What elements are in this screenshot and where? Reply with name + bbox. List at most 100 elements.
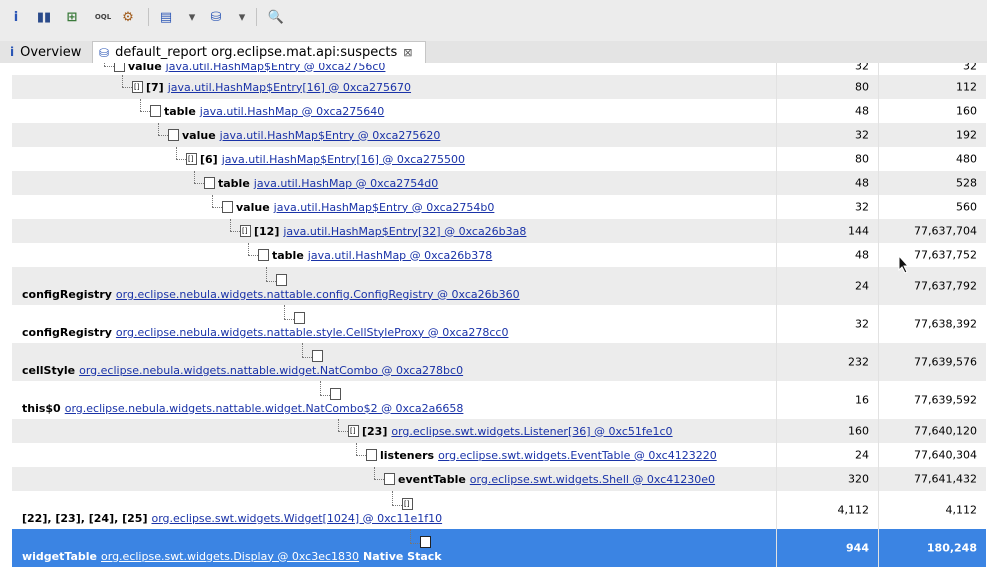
tree-connector (104, 66, 114, 67)
class-name-cell: [22], [23], [24], [25]org.eclipse.swt.wi… (12, 491, 774, 529)
table-row[interactable]: table java.util.HashMap @ 0xca2754d0 48 528 (12, 171, 986, 195)
object-link[interactable]: org.eclipse.swt.widgets.Display @ 0xc3ec… (101, 550, 359, 563)
object-link[interactable]: org.eclipse.nebula.widgets.nattable.widg… (65, 402, 464, 415)
object-link[interactable]: org.eclipse.nebula.widgets.nattable.conf… (116, 288, 520, 301)
object-link[interactable]: java.util.HashMap @ 0xca26b378 (308, 249, 492, 262)
retained-heap-value: 77,637,752 (914, 248, 977, 262)
tab-label: default_report org.eclipse.mat.api:suspe… (115, 45, 398, 60)
table-row[interactable]: value java.util.HashMap$Entry @ 0xca2754b… (12, 195, 986, 219)
object-link[interactable]: java.util.HashMap$Entry[32] @ 0xca26b3a8 (283, 225, 526, 238)
database-icon[interactable]: ⛁ (208, 8, 224, 26)
toolbar-separator (256, 8, 257, 26)
close-tab-icon[interactable]: ⊠ (403, 46, 412, 59)
object-icon (276, 274, 287, 286)
class-name-cell: [23]org.eclipse.swt.widgets.Listener[36]… (12, 419, 774, 443)
table-row[interactable]: value java.util.HashMap$Entry @ 0xca27562… (12, 123, 986, 147)
query-browser-icon[interactable]: ⚙ (120, 8, 136, 26)
tree-connector (392, 505, 402, 506)
retained-heap-cell: 560 (878, 195, 985, 219)
field-name: configRegistry (22, 325, 112, 339)
tree-connector (266, 267, 267, 281)
object-link[interactable]: java.util.HashMap @ 0xca2754d0 (254, 177, 438, 190)
info-icon: i (10, 45, 15, 59)
tab-overview[interactable]: i Overview (4, 41, 90, 63)
object-label: configRegistry org.eclipse.nebula.widgets… (22, 287, 520, 301)
oql-icon[interactable]: OQL (92, 8, 114, 26)
field-name: eventTable (398, 472, 466, 486)
shallow-heap-value: 32 (855, 63, 869, 73)
object-label: widgetTable org.eclipse.swt.widgets.Displ… (22, 549, 442, 563)
table-row[interactable]: [22], [23], [24], [25]org.eclipse.swt.wi… (12, 491, 986, 529)
class-name-cell: [12]java.util.HashMap$Entry[32] @ 0xca26… (12, 219, 774, 243)
object-link[interactable]: org.eclipse.swt.widgets.Widget[1024] @ 0… (151, 512, 442, 525)
retained-heap-cell: 192 (878, 123, 985, 147)
object-link[interactable]: org.eclipse.nebula.widgets.nattable.styl… (116, 326, 509, 339)
table-row[interactable]: [7] java.util.HashMap$Entry[16] @ 0xca275… (12, 75, 986, 99)
tree-connector (266, 281, 276, 282)
tree-connector (338, 431, 348, 432)
tree-connector (320, 395, 330, 396)
object-link[interactable]: org.eclipse.swt.widgets.Listener[36] @ 0… (391, 425, 672, 438)
tree-connector (320, 381, 321, 395)
shallow-heap-cell: 232 (776, 343, 877, 381)
shallow-heap-cell: 32 (776, 63, 877, 75)
object-icon (114, 63, 125, 72)
field-name: this$0 (22, 401, 61, 415)
toolbar-separator (148, 8, 149, 26)
table-row[interactable]: configRegistry org.eclipse.nebula.widgets… (12, 305, 986, 343)
class-name-cell: listeners org.eclipse.swt.widgets.EventTa… (12, 443, 774, 467)
tree-connector (212, 207, 222, 208)
heap-dump-dropdown-icon[interactable]: ▾ (184, 8, 200, 26)
tree-connector (176, 147, 177, 159)
array-object-icon (132, 81, 143, 93)
tree-connector (140, 111, 150, 112)
tab-default-report[interactable]: ⛁ default_report org.eclipse.mat.api:susp… (92, 41, 426, 63)
table-row[interactable]: cellStyle org.eclipse.nebula.widgets.natt… (12, 343, 986, 381)
object-link[interactable]: java.util.HashMap$Entry[16] @ 0xca275670 (168, 81, 411, 94)
retained-heap-value: 77,640,120 (914, 424, 977, 438)
object-link[interactable]: org.eclipse.swt.widgets.EventTable @ 0xc… (438, 449, 717, 462)
histogram-icon[interactable]: ▮▮ (36, 8, 52, 26)
object-icon (204, 177, 215, 189)
class-name-cell: table java.util.HashMap @ 0xca275640 (12, 99, 774, 123)
table-row[interactable]: [23]org.eclipse.swt.widgets.Listener[36]… (12, 419, 986, 443)
retained-heap-value: 180,248 (926, 541, 977, 555)
retained-heap-cell: 180,248 (878, 529, 985, 567)
shallow-heap-value: 80 (855, 80, 869, 94)
object-link[interactable]: org.eclipse.nebula.widgets.nattable.widg… (79, 364, 463, 377)
table-row[interactable]: [12]java.util.HashMap$Entry[32] @ 0xca26… (12, 219, 986, 243)
object-label: [22], [23], [24], [25] org.eclipse.swt.wi… (22, 511, 442, 525)
tree-connector (410, 529, 411, 543)
object-label: value java.util.HashMap$Entry @ 0xca27562… (182, 128, 440, 142)
shallow-heap-value: 144 (848, 224, 869, 238)
field-name: table (272, 248, 304, 262)
retained-heap-value: 77,639,576 (914, 355, 977, 369)
dominator-tree-icon[interactable]: ⊞ (64, 8, 80, 26)
table-row[interactable]: listeners org.eclipse.swt.widgets.EventTa… (12, 443, 986, 467)
search-icon[interactable]: 🔍 (268, 8, 284, 26)
object-label: value java.util.HashMap$Entry @ 0xca2754b… (236, 200, 494, 214)
heap-dump-overview-icon[interactable]: ▤ (158, 8, 174, 26)
table-row[interactable]: this$0 org.eclipse.nebula.widgets.nattabl… (12, 381, 986, 419)
table-row[interactable]: eventTable org.eclipse.swt.widgets.Shell … (12, 467, 986, 491)
field-name: widgetTable (22, 549, 98, 563)
table-row[interactable]: table java.util.HashMap @ 0xca275640 48 160 (12, 99, 986, 123)
object-link[interactable]: java.util.HashMap$Entry[16] @ 0xca275500 (222, 153, 465, 166)
table-row[interactable]: widgetTable org.eclipse.swt.widgets.Displ… (12, 529, 986, 567)
object-link[interactable]: java.util.HashMap$Entry @ 0xca275620 (220, 129, 441, 142)
table-row[interactable]: configRegistry org.eclipse.nebula.widgets… (12, 267, 986, 305)
table-row[interactable]: [6] java.util.HashMap$Entry[16] @ 0xca275… (12, 147, 986, 171)
object-link[interactable]: org.eclipse.swt.widgets.Shell @ 0xc41230… (470, 473, 715, 486)
table-row[interactable]: value java.util.HashMap$Entry @ 0xca2756c… (12, 63, 986, 75)
object-icon (168, 129, 179, 141)
object-icon (150, 105, 161, 117)
info-icon[interactable]: i (8, 8, 24, 26)
object-link[interactable]: java.util.HashMap$Entry @ 0xca2756c0 (166, 63, 386, 73)
tree-connector (212, 195, 213, 207)
table-row[interactable]: table java.util.HashMap @ 0xca26b378 48 77,… (12, 243, 986, 267)
object-icon (420, 536, 431, 548)
database-dropdown-icon[interactable]: ▾ (234, 8, 250, 26)
shallow-heap-value: 16 (855, 393, 869, 407)
object-link[interactable]: java.util.HashMap @ 0xca275640 (200, 105, 384, 118)
object-link[interactable]: java.util.HashMap$Entry @ 0xca2754b0 (274, 201, 495, 214)
